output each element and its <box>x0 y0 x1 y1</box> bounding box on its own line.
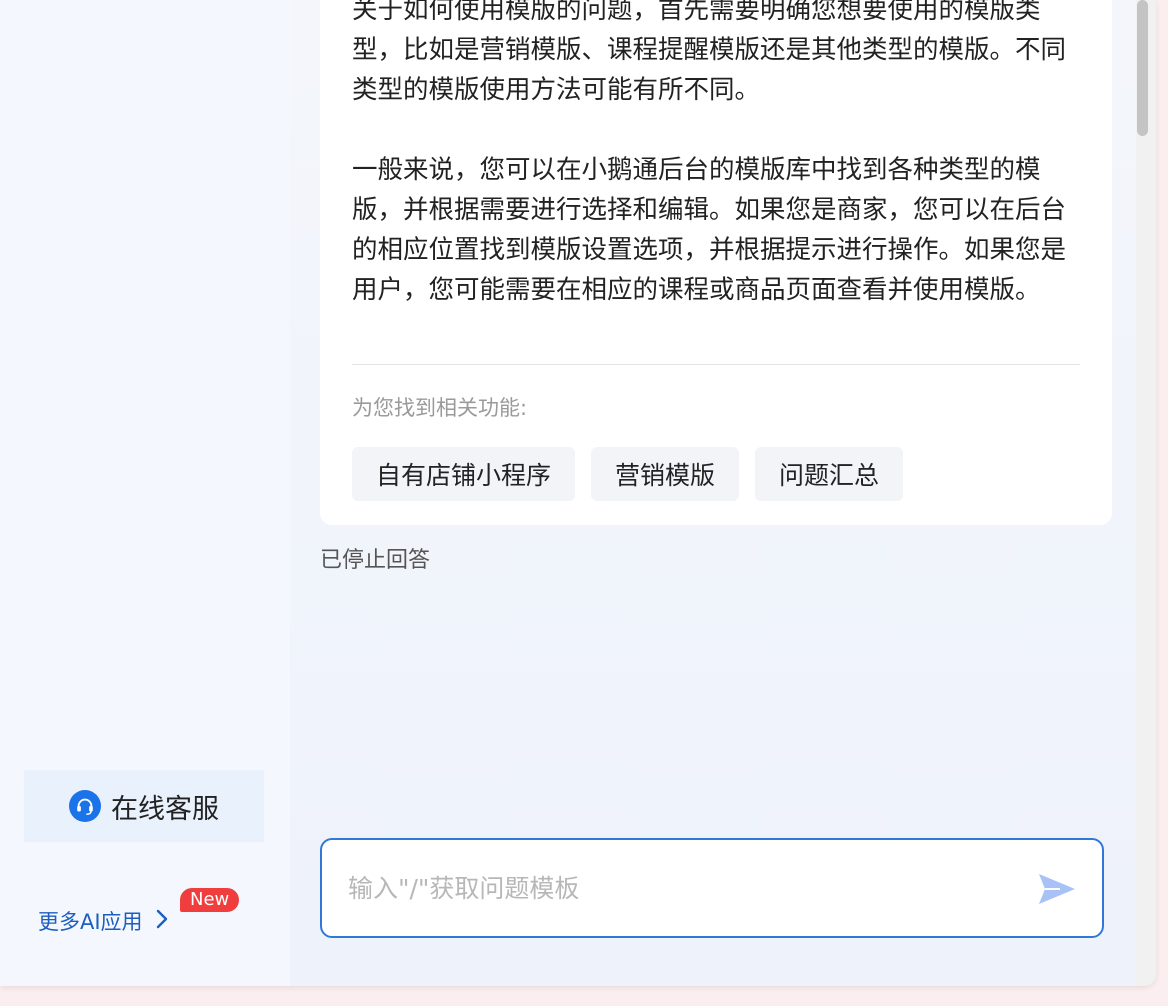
related-feature-chip[interactable]: 自有店铺小程序 <box>352 447 576 501</box>
related-feature-chip[interactable]: 营销模版 <box>591 447 740 501</box>
online-service-label: 在线客服 <box>111 793 219 825</box>
related-feature-chip[interactable]: 问题汇总 <box>755 447 904 501</box>
answer-card: 关于如何使用模版的问题，首先需要明确您想要使用的模版类型，比如是营销模版、课程提… <box>320 0 1112 525</box>
more-ai-apps-link[interactable]: 更多AI应用 <box>38 906 169 936</box>
new-badge: New <box>180 888 240 912</box>
sidebar: 在线客服 更多AI应用 New <box>0 0 290 986</box>
answer-paragraph: 一般来说，您可以在小鹅通后台的模版库中找到各种类型的模版，并根据需要进行选择和编… <box>352 155 1067 305</box>
answer-stopped-status: 已停止回答 <box>320 548 431 573</box>
question-input[interactable] <box>346 864 1010 912</box>
question-input-box <box>320 838 1104 938</box>
online-service-button[interactable]: 在线客服 <box>24 770 264 842</box>
chat-main: 关于如何使用模版的问题，首先需要明确您想要使用的模版类型，比如是营销模版、课程提… <box>290 0 1136 986</box>
headset-icon <box>69 790 101 822</box>
scrollbar-thumb[interactable] <box>1137 0 1148 136</box>
related-features-label: 为您找到相关功能: <box>352 396 528 420</box>
scrollbar[interactable] <box>1136 0 1156 986</box>
chevron-right-icon <box>155 908 169 935</box>
more-ai-apps-label: 更多AI应用 <box>38 910 143 934</box>
send-button[interactable] <box>1036 868 1078 910</box>
divider <box>352 364 1080 365</box>
related-features-list: 自有店铺小程序 营销模版 问题汇总 <box>352 447 904 501</box>
send-icon <box>1039 874 1075 904</box>
answer-text: 关于如何使用模版的问题，首先需要明确您想要使用的模版类型，比如是营销模版、课程提… <box>352 0 1082 310</box>
answer-paragraph: 关于如何使用模版的问题，首先需要明确您想要使用的模版类型，比如是营销模版、课程提… <box>352 0 1067 105</box>
app-window: 在线客服 更多AI应用 New 关于如何使用模版的问题，首先需要明确您想要使用的… <box>0 0 1156 986</box>
